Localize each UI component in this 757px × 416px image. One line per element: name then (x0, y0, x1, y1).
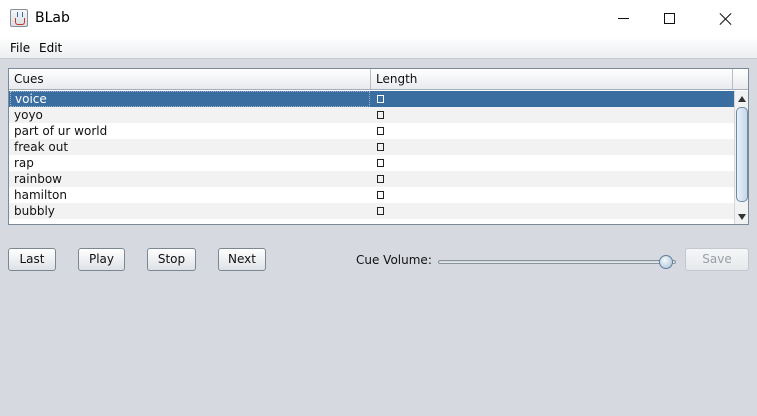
maximize-button[interactable] (646, 0, 692, 37)
length-cell (371, 171, 734, 187)
table-row[interactable]: hamilton (9, 187, 734, 203)
cue-name-cell: freak out (14, 140, 69, 154)
length-cell (371, 123, 734, 139)
scroll-down-button[interactable] (735, 210, 748, 224)
table-header-corner (733, 69, 748, 89)
missing-glyph-icon (377, 111, 384, 119)
table-row[interactable]: rainbow (9, 171, 734, 187)
missing-glyph-icon (377, 191, 384, 199)
table-row[interactable]: bubbly (9, 203, 734, 219)
menu-file[interactable]: File (10, 41, 30, 55)
missing-glyph-icon (377, 159, 384, 167)
arrow-up-icon (738, 96, 746, 102)
save-button[interactable]: Save (685, 248, 749, 271)
maximize-icon (663, 13, 675, 24)
table-body: voice yoyo part of ur world freak out rap rai… (9, 91, 734, 224)
menu-bar: File Edit (0, 37, 757, 59)
length-cell (371, 91, 734, 107)
close-icon (719, 12, 733, 26)
missing-glyph-icon (377, 143, 384, 151)
missing-glyph-icon (377, 127, 384, 135)
scrollbar-thumb[interactable] (736, 107, 748, 202)
vertical-scrollbar[interactable] (734, 91, 748, 224)
missing-glyph-icon (377, 95, 384, 103)
minimize-icon (617, 18, 629, 19)
stop-button[interactable]: Stop (147, 248, 196, 271)
menu-edit[interactable]: Edit (39, 41, 62, 55)
length-cell (371, 187, 734, 203)
close-button[interactable] (703, 0, 749, 37)
slider-track[interactable] (438, 260, 676, 264)
length-cell (371, 107, 734, 123)
length-cell (371, 139, 734, 155)
title-bar: BLab (0, 0, 757, 37)
table-row[interactable]: rap (9, 155, 734, 171)
column-header-length[interactable]: Length (371, 69, 733, 89)
cue-name-cell: hamilton (14, 188, 67, 202)
next-button[interactable]: Next (218, 248, 266, 271)
length-cell (371, 155, 734, 171)
cue-name-cell: rap (14, 156, 34, 170)
cue-name-cell: rainbow (14, 172, 62, 186)
column-header-cues[interactable]: Cues (9, 69, 371, 89)
minimize-button[interactable] (600, 0, 646, 37)
arrow-down-icon (738, 214, 746, 220)
cue-name-cell: yoyo (14, 108, 43, 122)
cue-name-cell: bubbly (14, 204, 55, 218)
java-cup-icon (10, 9, 28, 27)
table-header: Cues Length (9, 69, 748, 90)
cue-name-cell: part of ur world (14, 124, 108, 138)
missing-glyph-icon (377, 207, 384, 215)
window-title: BLab (35, 10, 70, 26)
cue-volume-slider[interactable] (438, 253, 678, 271)
table-row[interactable]: yoyo (9, 107, 734, 123)
last-button[interactable]: Last (8, 248, 56, 271)
missing-glyph-icon (377, 175, 384, 183)
play-button[interactable]: Play (78, 248, 125, 271)
cue-name-cell: voice (10, 91, 370, 107)
cues-table: Cues Length voice yoyo part of ur world fre… (8, 68, 749, 225)
table-row[interactable]: part of ur world (9, 123, 734, 139)
table-row[interactable]: freak out (9, 139, 734, 155)
length-cell (371, 203, 734, 219)
cue-volume-label: Cue Volume: (356, 253, 432, 267)
slider-knob[interactable] (659, 255, 673, 269)
table-row[interactable]: voice (9, 91, 734, 107)
scroll-up-button[interactable] (735, 92, 748, 106)
